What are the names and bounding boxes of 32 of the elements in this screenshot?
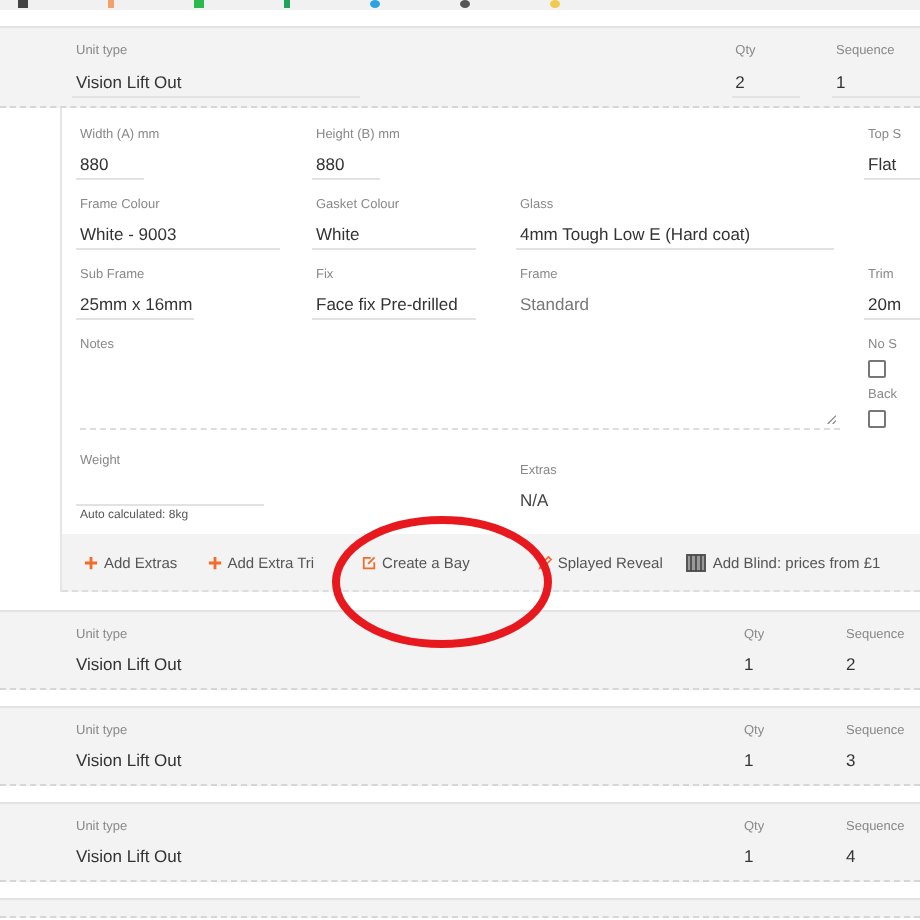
unit-type-value: Vision Lift Out: [76, 748, 182, 772]
checkbox[interactable]: [868, 360, 886, 378]
frame-colour-field[interactable]: White - 9003: [76, 220, 280, 250]
qty-value: 1: [744, 652, 754, 676]
sequence-value: 4: [846, 844, 856, 868]
qty-value: 1: [744, 844, 754, 868]
qty-value: 1: [744, 748, 754, 772]
fix-field[interactable]: Face fix Pre-drilled: [312, 290, 476, 320]
sequence-value: 3: [846, 748, 856, 772]
unit-type-value: Vision Lift Out: [76, 844, 182, 868]
blind-icon: [686, 553, 707, 571]
sequence-value: 2: [846, 652, 856, 676]
resize-handle-icon[interactable]: [826, 414, 836, 424]
bookmark-icon[interactable]: [460, 0, 470, 8]
height-field[interactable]: 880: [312, 150, 380, 180]
plus-icon: [207, 555, 222, 569]
width-field[interactable]: 880: [76, 150, 144, 180]
glass-field[interactable]: 4mm Tough Low E (Hard coat): [516, 220, 834, 250]
pencil-icon: [537, 555, 552, 569]
extras-value: N/A: [520, 488, 549, 514]
trim-field[interactable]: 20m: [864, 290, 920, 320]
qty-field[interactable]: 2: [731, 68, 800, 98]
unit-type-value: Vision Lift Out: [76, 652, 182, 676]
gasket-colour-field[interactable]: White: [312, 220, 476, 250]
checkbox[interactable]: [868, 410, 886, 428]
top-field[interactable]: Flat: [864, 150, 920, 180]
edit-icon: [362, 555, 377, 569]
sub-frame-field[interactable]: 25mm x 16mm: [76, 290, 194, 320]
sequence-field[interactable]: 1: [832, 68, 920, 98]
unit-type-field[interactable]: Vision Lift Out: [72, 68, 360, 98]
frame-value: Standard: [520, 292, 589, 318]
plus-icon: [84, 555, 98, 569]
